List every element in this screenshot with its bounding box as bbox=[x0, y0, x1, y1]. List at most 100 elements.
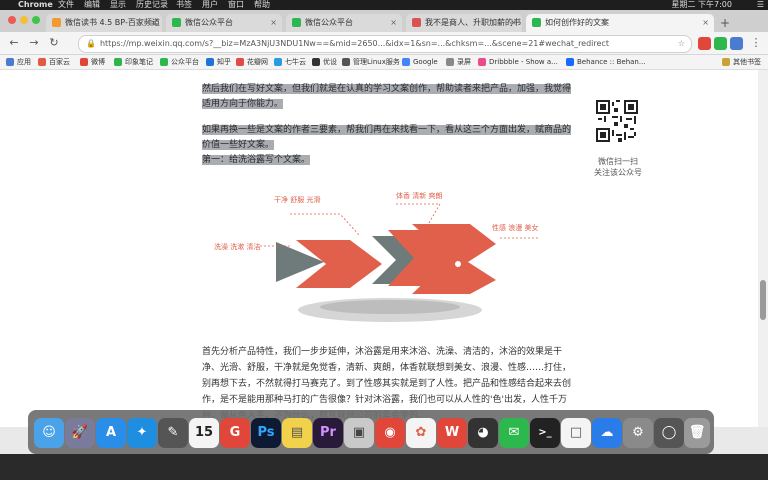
address-bar-url[interactable]: https://mp.weixin.qq.com/s?__biz=MzA3NjU… bbox=[100, 39, 609, 48]
address-bar[interactable]: 🔒 https://mp.weixin.qq.com/s?__biz=MzA3Nj… bbox=[78, 35, 692, 53]
premiere-icon[interactable]: Pr bbox=[313, 418, 343, 448]
menu-bookmarks[interactable]: 书签 bbox=[176, 0, 192, 10]
menu-window[interactable]: 窗口 bbox=[228, 0, 244, 10]
reload-button[interactable]: ↻ bbox=[46, 35, 62, 51]
scrollbar-thumb[interactable] bbox=[760, 280, 766, 320]
bookmark-item[interactable]: 花瓣网 bbox=[236, 55, 268, 69]
article-paragraph-selected[interactable]: 然后我们在写好文案，但我们就是在认真的学习文案创作，帮助读者来把产品，加强，我觉… bbox=[202, 82, 572, 112]
browser-tab[interactable]: 微信公众平台 × bbox=[286, 14, 402, 32]
finder-icon[interactable]: ☺ bbox=[34, 418, 64, 448]
article-subheading[interactable]: 第一：给洗浴露写个文案。 bbox=[202, 155, 311, 165]
chrome-menu-button[interactable]: ⋮ bbox=[748, 35, 764, 51]
bookmark-item[interactable]: 应用 bbox=[6, 55, 31, 69]
bookmark-label: 百家云 bbox=[49, 58, 70, 66]
desktop-bottom-edge bbox=[0, 454, 768, 480]
control-center-icon[interactable]: ☰ bbox=[757, 0, 764, 10]
menu-edit[interactable]: 编辑 bbox=[84, 0, 100, 10]
tab-title: 我不是商人、升职加薪的书 bbox=[425, 18, 521, 27]
tab-close-icon[interactable]: × bbox=[702, 14, 709, 32]
app-g-icon[interactable]: G bbox=[220, 418, 250, 448]
bookmark-item[interactable]: 百家云 bbox=[38, 55, 70, 69]
browser-tab[interactable]: 微信读书 4.5 BP-百家频道 × bbox=[46, 14, 162, 32]
dribbble-icon bbox=[478, 58, 486, 66]
bookmark-label: 管理Linux服务 bbox=[353, 58, 400, 66]
qq-icon[interactable]: ◕ bbox=[468, 418, 498, 448]
bookmark-item[interactable]: 微博 bbox=[80, 55, 105, 69]
bookmark-item[interactable]: 印象笔记 bbox=[114, 55, 153, 69]
preview-icon[interactable]: ▣ bbox=[344, 418, 374, 448]
settings-icon[interactable]: ⚙ bbox=[623, 418, 653, 448]
menu-help[interactable]: 帮助 bbox=[254, 0, 270, 10]
diagram-label-right: 性感 浪漫 美女 bbox=[492, 223, 538, 232]
appstore-icon[interactable]: A bbox=[96, 418, 126, 448]
browser-tab-strip: 微信读书 4.5 BP-百家频道 × 微信公众平台 × 微信公众平台 × 我不是商人、… bbox=[0, 10, 768, 32]
page-scrollbar[interactable] bbox=[758, 70, 768, 427]
browser-tab-active[interactable]: 如何创作好的文案 × bbox=[526, 14, 714, 32]
bookmark-item[interactable]: 录屏 bbox=[446, 55, 471, 69]
extension-icon[interactable] bbox=[714, 37, 727, 50]
menu-history[interactable]: 历史记录 bbox=[136, 0, 168, 10]
notes-icon[interactable]: ▤ bbox=[282, 418, 312, 448]
calendar-icon[interactable]: 15 bbox=[189, 418, 219, 448]
bookmark-item[interactable]: 管理Linux服务 bbox=[342, 55, 400, 69]
extension-icon[interactable] bbox=[730, 37, 743, 50]
new-tab-button[interactable]: + bbox=[720, 16, 730, 30]
connector-line bbox=[290, 213, 361, 237]
tab-title: 微信公众平台 bbox=[185, 18, 233, 27]
macos-dock: ☺ 🚀 A ✦ ✎ 15 G Ps ▤ Pr ▣ ◉ ✿ W ◕ ✉ >_ □ … bbox=[28, 410, 714, 454]
tab-favicon-icon bbox=[52, 18, 61, 27]
photoshop-icon[interactable]: Ps bbox=[251, 418, 281, 448]
tab-close-icon[interactable]: × bbox=[390, 14, 397, 32]
tab-close-icon[interactable]: × bbox=[270, 14, 277, 32]
article-text[interactable]: 如果再换一些是文案的作者三要素，帮我们再在来找看一下，看从这三个方面出发，赋商品… bbox=[202, 125, 572, 150]
maximize-window-icon[interactable] bbox=[32, 16, 40, 24]
lock-icon[interactable]: 🔒 bbox=[86, 39, 96, 48]
article-text[interactable]: 然后我们在写好文案，但我们就是在认真的学习文案创作，帮助读者来把产品，加强，我觉… bbox=[202, 84, 572, 109]
menu-app-name[interactable]: Chrome bbox=[18, 0, 53, 10]
menu-people[interactable]: 用户 bbox=[202, 0, 218, 10]
bookmark-item[interactable]: Behance :: Behan... bbox=[566, 55, 646, 69]
back-button[interactable]: ← bbox=[6, 35, 22, 51]
close-window-icon[interactable] bbox=[8, 16, 16, 24]
bookmark-favicon-icon bbox=[206, 58, 214, 66]
folder-icon bbox=[722, 58, 730, 66]
other-bookmarks[interactable]: 其他书签 bbox=[722, 55, 761, 69]
safari-icon[interactable]: ✦ bbox=[127, 418, 157, 448]
trash-icon[interactable]: 🗑 bbox=[684, 418, 710, 448]
app-white-icon[interactable]: □ bbox=[561, 418, 591, 448]
bookmark-item[interactable]: Google bbox=[402, 55, 438, 69]
cloud-icon[interactable]: ◯ bbox=[654, 418, 684, 448]
tab-title: 如何创作好的文案 bbox=[545, 18, 609, 27]
extension-icon[interactable] bbox=[698, 37, 711, 50]
chrome-icon[interactable]: ◉ bbox=[375, 418, 405, 448]
launchpad-icon[interactable]: 🚀 bbox=[65, 418, 95, 448]
tab-title: 微信公众平台 bbox=[305, 18, 353, 27]
bookmark-label: Dribbble - Show a... bbox=[489, 58, 558, 66]
tab-close-icon[interactable]: × bbox=[510, 14, 517, 32]
bookmark-item[interactable]: 公众平台 bbox=[160, 55, 199, 69]
photos-icon[interactable]: ✿ bbox=[406, 418, 436, 448]
browser-tab[interactable]: 我不是商人、升职加薪的书 × bbox=[406, 14, 522, 32]
bookmark-star-icon[interactable]: ☆ bbox=[678, 36, 685, 52]
terminal-icon[interactable]: >_ bbox=[530, 418, 560, 448]
minimize-window-icon[interactable] bbox=[20, 16, 28, 24]
bookmark-item[interactable]: 优设 bbox=[312, 55, 337, 69]
bookmark-item[interactable]: 七牛云 bbox=[274, 55, 306, 69]
forward-button[interactable]: → bbox=[26, 35, 42, 51]
macos-menu-bar: Chrome 文件 编辑 显示 历史记录 书签 用户 窗口 帮助 星期二 下午7… bbox=[0, 0, 768, 10]
menu-file[interactable]: 文件 bbox=[58, 0, 74, 10]
article-paragraph-selected[interactable]: 如果再换一些是文案的作者三要素，帮我们再在来找看一下，看从这三个方面出发，赋商品… bbox=[202, 123, 572, 168]
bookmark-item[interactable]: Dribbble - Show a... bbox=[478, 55, 558, 69]
bookmark-favicon-icon bbox=[236, 58, 244, 66]
tab-favicon-icon bbox=[532, 18, 541, 27]
bookmark-favicon-icon bbox=[342, 58, 350, 66]
menu-view[interactable]: 显示 bbox=[110, 0, 126, 10]
bookmark-item[interactable]: 知乎 bbox=[206, 55, 231, 69]
wps-icon[interactable]: W bbox=[437, 418, 467, 448]
wechat-icon[interactable]: ✉ bbox=[499, 418, 529, 448]
menubar-clock[interactable]: 星期二 下午7:00 bbox=[671, 0, 732, 10]
tab-close-icon[interactable]: × bbox=[150, 14, 157, 32]
baidu-icon[interactable]: ☁ bbox=[592, 418, 622, 448]
pen-icon[interactable]: ✎ bbox=[158, 418, 188, 448]
browser-tab[interactable]: 微信公众平台 × bbox=[166, 14, 282, 32]
